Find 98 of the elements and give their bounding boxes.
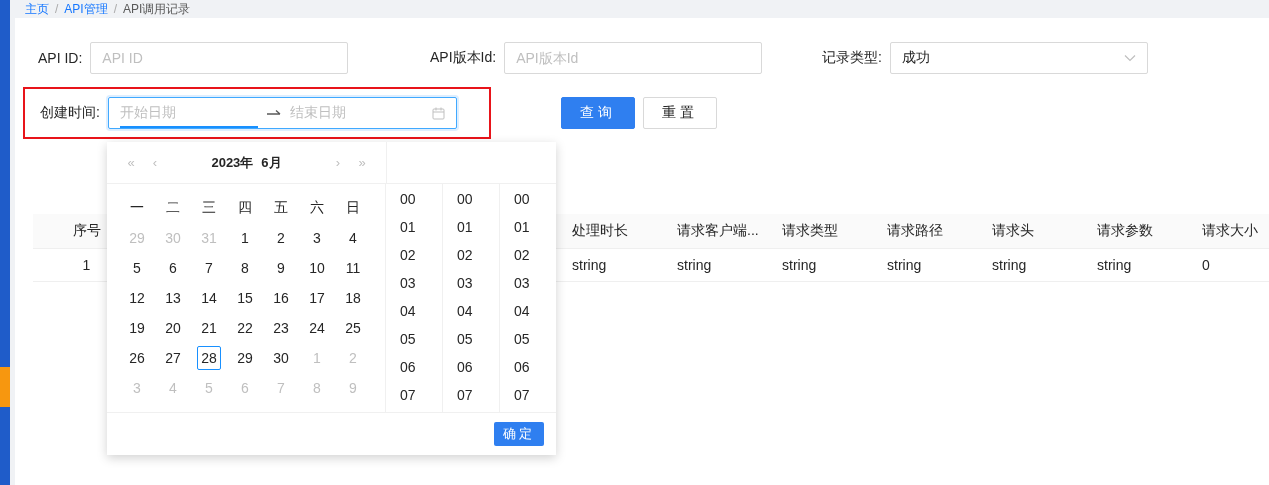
month-label[interactable]: 6月: [261, 154, 282, 170]
breadcrumb-link[interactable]: 主页: [25, 2, 49, 16]
time-option[interactable]: 06: [443, 353, 499, 381]
weekday-label: 日: [345, 198, 361, 217]
breadcrumb-separator: /: [113, 2, 118, 16]
breadcrumb-link[interactable]: API管理: [64, 2, 108, 16]
time-option[interactable]: 06: [386, 353, 442, 381]
field-label: API ID:: [38, 50, 83, 66]
day-cell[interactable]: 25: [341, 316, 365, 340]
day-cell[interactable]: 13: [161, 286, 185, 310]
chevron-down-icon: [1123, 54, 1136, 62]
weekday-label: 二: [165, 198, 181, 217]
day-cell[interactable]: 16: [269, 286, 293, 310]
day-cell[interactable]: 19: [125, 316, 149, 340]
active-item-marker: [0, 367, 10, 407]
time-option[interactable]: 04: [500, 297, 556, 325]
table-cell-text: 0: [1201, 257, 1211, 273]
select-field[interactable]: 成功: [889, 42, 1148, 74]
time-option[interactable]: 03: [443, 269, 499, 297]
time-option[interactable]: 03: [386, 269, 442, 297]
weekday-label: 一: [129, 198, 145, 217]
field-label: 记录类型:: [822, 49, 882, 67]
column-header: 处理时长: [571, 222, 629, 240]
day-cell[interactable]: 17: [305, 286, 329, 310]
time-option[interactable]: 05: [443, 325, 499, 353]
day-cell[interactable]: 3: [305, 226, 329, 250]
day-cell[interactable]: 7: [197, 256, 221, 280]
day-cell[interactable]: 23: [269, 316, 293, 340]
field-label: API版本Id:: [430, 49, 497, 67]
day-cell[interactable]: 22: [233, 316, 257, 340]
column-header: 请求参数: [1096, 222, 1154, 240]
reset-button[interactable]: 重置: [643, 97, 717, 129]
year-label[interactable]: 2023年: [211, 154, 254, 170]
table-cell-text: string: [571, 257, 608, 273]
time-option[interactable]: 01: [500, 213, 556, 241]
column-header: 请求头: [991, 222, 1035, 240]
day-cell[interactable]: 27: [161, 346, 185, 370]
time-option[interactable]: 00: [386, 185, 442, 213]
day-cell[interactable]: 15: [233, 286, 257, 310]
day-cell[interactable]: 2: [269, 226, 293, 250]
day-cell[interactable]: 28: [197, 346, 221, 370]
day-cell[interactable]: 18: [341, 286, 365, 310]
column-header: 请求客户端...: [676, 222, 760, 240]
time-option[interactable]: 01: [386, 213, 442, 241]
table-cell-text: string: [991, 257, 1028, 273]
weekday-label: 五: [273, 198, 289, 217]
day-cell[interactable]: 6: [161, 256, 185, 280]
column-header: 请求类型: [781, 222, 839, 240]
day-cell[interactable]: 10: [305, 256, 329, 280]
day-cell[interactable]: 11: [341, 256, 365, 280]
column-header: 序号: [72, 222, 101, 238]
day-cell[interactable]: 9: [269, 256, 293, 280]
weekday-label: 三: [201, 198, 217, 217]
time-option[interactable]: 04: [386, 297, 442, 325]
day-cell[interactable]: 30: [269, 346, 293, 370]
time-option[interactable]: 07: [386, 381, 442, 409]
breadcrumb-link[interactable]: API调用记录: [123, 2, 191, 16]
time-option[interactable]: 03: [500, 269, 556, 297]
table-cell-text: string: [1096, 257, 1133, 273]
input-field[interactable]: API版本Id: [504, 42, 763, 74]
day-cell[interactable]: 29: [233, 346, 257, 370]
time-option[interactable]: 07: [500, 381, 556, 409]
day-cell[interactable]: 26: [125, 346, 149, 370]
day-cell[interactable]: 12: [125, 286, 149, 310]
time-option[interactable]: 04: [443, 297, 499, 325]
day-cell[interactable]: 20: [161, 316, 185, 340]
time-option[interactable]: 05: [500, 325, 556, 353]
time-option[interactable]: 02: [443, 241, 499, 269]
calendar-icon: [431, 106, 445, 120]
table-cell-text: string: [781, 257, 818, 273]
day-cell[interactable]: 1: [233, 226, 257, 250]
day-cell[interactable]: 4: [341, 226, 365, 250]
day-cell[interactable]: 8: [233, 256, 257, 280]
table-cell-text: string: [676, 257, 713, 273]
table-cell: 1: [82, 257, 91, 273]
time-option[interactable]: 00: [500, 185, 556, 213]
column-header: 请求大小: [1201, 222, 1259, 240]
time-option[interactable]: 01: [443, 213, 499, 241]
day-cell[interactable]: 14: [197, 286, 221, 310]
time-option[interactable]: 06: [500, 353, 556, 381]
weekday-label: 六: [309, 198, 325, 217]
day-cell[interactable]: 5: [125, 256, 149, 280]
column-header: 请求路径: [886, 222, 944, 240]
confirm-button[interactable]: 确定: [494, 422, 544, 446]
time-option[interactable]: 05: [386, 325, 442, 353]
day-cell[interactable]: 24: [305, 316, 329, 340]
day-cell[interactable]: 21: [197, 316, 221, 340]
breadcrumb-separator: /: [55, 2, 59, 16]
weekday-label: 四: [237, 198, 253, 217]
arrow-right-icon: [265, 109, 282, 117]
table-cell-text: string: [886, 257, 923, 273]
field-label: 创建时间:: [40, 104, 100, 122]
time-option[interactable]: 02: [500, 241, 556, 269]
time-option[interactable]: 02: [386, 241, 442, 269]
time-option[interactable]: 07: [443, 381, 499, 409]
search-button[interactable]: 查询: [561, 97, 635, 129]
time-option[interactable]: 00: [443, 185, 499, 213]
input-field[interactable]: API ID: [90, 42, 349, 74]
